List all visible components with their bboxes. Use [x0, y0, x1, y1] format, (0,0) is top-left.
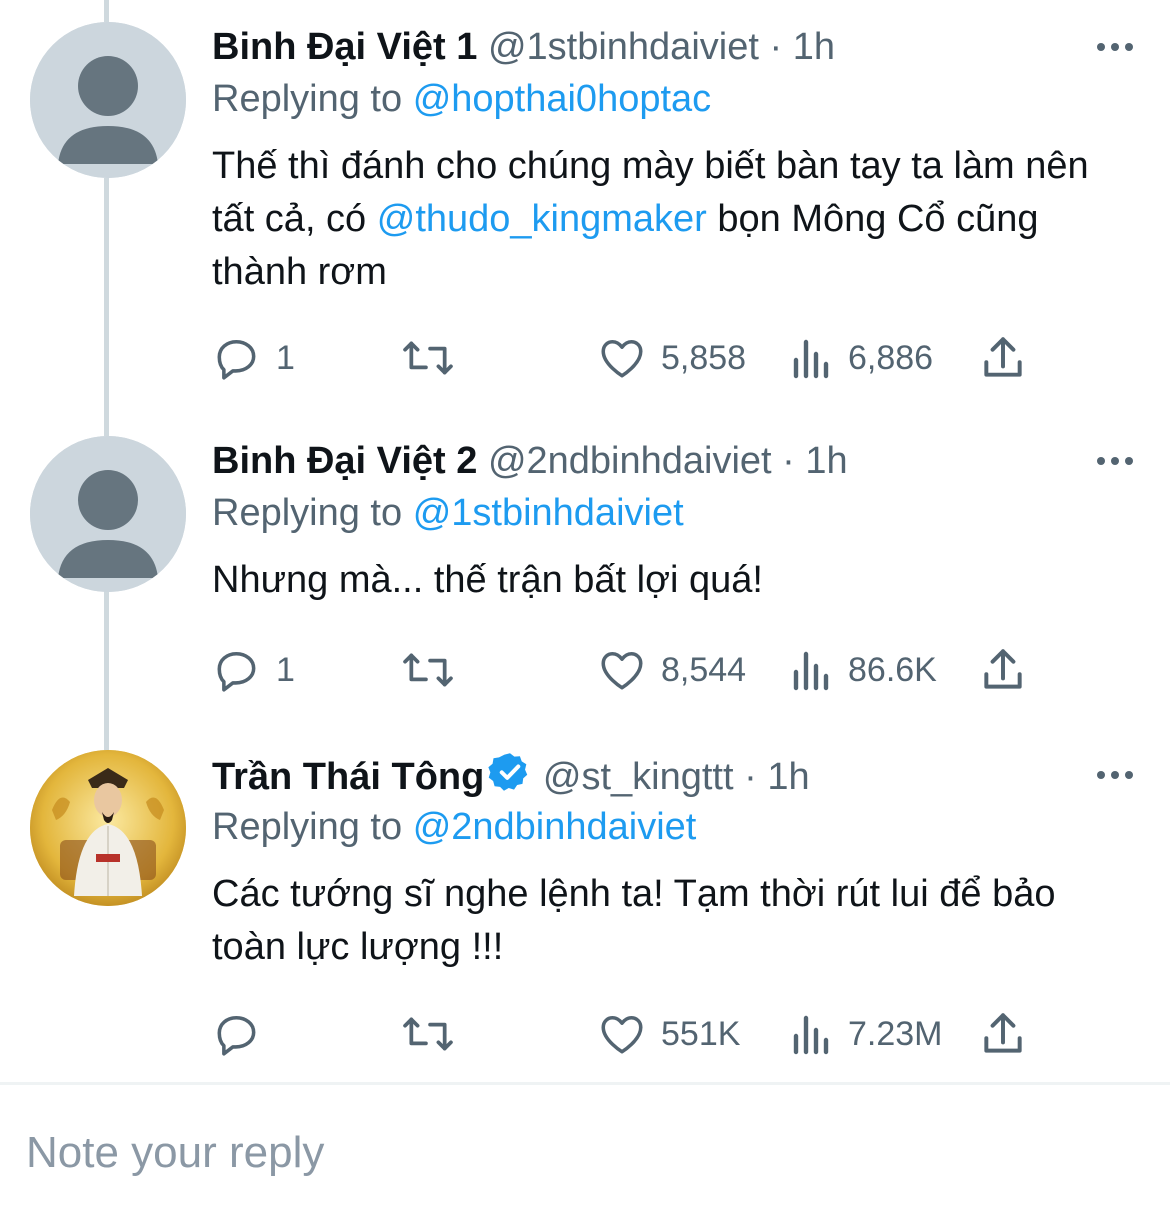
display-name[interactable]: Binh Đại Việt 1	[212, 26, 477, 68]
like-icon	[601, 1015, 643, 1054]
tweet-text-part: Các tướng sĩ nghe lệnh ta! Tạm thời rút …	[212, 873, 1056, 968]
view-count: 86.6K	[848, 650, 937, 689]
retweet-icon	[403, 1017, 453, 1051]
view-count: 7.23M	[848, 1014, 943, 1053]
share-button[interactable]	[980, 640, 1026, 700]
verified-badge-icon	[488, 753, 528, 791]
avatar[interactable]	[30, 750, 186, 906]
share-icon	[984, 649, 1022, 689]
views-icon	[793, 651, 829, 691]
reply-count: 1	[276, 650, 295, 689]
reply-icon	[217, 1015, 256, 1056]
reply-count: 1	[276, 338, 295, 377]
reply-button[interactable]	[212, 1004, 276, 1064]
more-icon[interactable]	[1090, 436, 1140, 486]
mention-link[interactable]: @2ndbinhdaiviet	[413, 806, 697, 848]
replying-label: Replying to	[212, 78, 403, 120]
views-button[interactable]: 7.23M	[790, 1004, 943, 1064]
tweet-text-part: Nhưng mà... thế trận bất lợi quá!	[212, 559, 763, 601]
retweet-button[interactable]	[400, 1004, 456, 1064]
timestamp[interactable]: 1h	[767, 756, 809, 798]
user-handle[interactable]: @st_kingttt	[543, 756, 734, 798]
like-count: 5,858	[661, 338, 747, 377]
tweet[interactable]: Binh Đại Việt 2 @2ndbinhdaiviet · 1h Rep…	[0, 436, 1170, 716]
avatar[interactable]	[30, 436, 186, 592]
share-button[interactable]	[980, 328, 1026, 388]
separator-dot: ·	[769, 26, 783, 68]
tweet-text: Thế thì đánh cho chúng mày biết bàn tay …	[212, 140, 1130, 299]
thread-line	[104, 0, 109, 22]
views-icon	[793, 1015, 829, 1055]
share-icon	[984, 337, 1022, 377]
reply-icon	[217, 651, 256, 692]
tweet-text: Các tướng sĩ nghe lệnh ta! Tạm thời rút …	[212, 868, 1130, 974]
like-icon	[601, 339, 643, 378]
replying-label: Replying to	[212, 806, 403, 848]
user-handle[interactable]: @2ndbinhdaiviet	[488, 440, 772, 482]
tweet-header: Trần Thái Tông @st_kingttt · 1h	[212, 750, 1140, 800]
like-button[interactable]: 551K	[597, 1004, 740, 1064]
emperor-portrait-icon	[30, 750, 186, 906]
display-name[interactable]: Trần Thái Tông	[212, 756, 484, 798]
view-count: 6,886	[848, 338, 934, 377]
views-button[interactable]: 86.6K	[790, 640, 937, 700]
display-name[interactable]: Binh Đại Việt 2	[212, 440, 477, 482]
replying-label: Replying to	[212, 492, 403, 534]
separator-dot: ·	[744, 756, 757, 798]
retweet-button[interactable]	[400, 328, 456, 388]
reply-input[interactable]: Note your reply	[26, 1128, 324, 1178]
default-avatar-icon	[30, 22, 186, 178]
tweet-header: Binh Đại Việt 2 @2ndbinhdaiviet · 1h	[212, 436, 1140, 486]
tweet[interactable]: Trần Thái Tông @st_kingttt · 1h Replying…	[0, 750, 1170, 1066]
reply-icon	[217, 339, 256, 380]
tweet[interactable]: Binh Đại Việt 1 @1stbinhdaiviet · 1h Rep…	[0, 22, 1170, 402]
more-icon[interactable]	[1090, 22, 1140, 72]
user-handle[interactable]: @1stbinhdaiviet	[488, 26, 759, 68]
replying-to: Replying to @2ndbinhdaiviet	[212, 802, 696, 852]
like-icon	[601, 651, 643, 690]
tweet-header: Binh Đại Việt 1 @1stbinhdaiviet · 1h	[212, 22, 1140, 72]
action-bar: 1 5,858 6,886	[212, 328, 1140, 388]
timestamp[interactable]: 1h	[805, 440, 847, 482]
reply-placeholder: Note your reply	[26, 1128, 325, 1177]
timestamp[interactable]: 1h	[793, 26, 835, 68]
tweet-text: Nhưng mà... thế trận bất lợi quá!	[212, 554, 1130, 607]
like-count: 8,544	[661, 650, 747, 689]
like-count: 551K	[661, 1014, 741, 1053]
like-button[interactable]: 8,544	[597, 640, 746, 700]
retweet-icon	[403, 341, 453, 375]
mention-link[interactable]: @thudo_kingmaker	[377, 198, 707, 240]
default-avatar-icon	[30, 436, 186, 592]
replying-to: Replying to @hopthai0hoptac	[212, 74, 711, 124]
like-button[interactable]: 5,858	[597, 328, 746, 388]
reply-button[interactable]: 1	[212, 640, 295, 700]
avatar[interactable]	[30, 22, 186, 178]
views-button[interactable]: 6,886	[790, 328, 933, 388]
reply-button[interactable]: 1	[212, 328, 295, 388]
retweet-icon	[403, 653, 453, 687]
share-icon	[984, 1013, 1022, 1053]
share-button[interactable]	[980, 1004, 1026, 1064]
divider	[0, 1082, 1170, 1085]
more-icon[interactable]	[1090, 750, 1140, 800]
action-bar: 1 8,544 86.6K	[212, 640, 1140, 700]
action-bar: 551K 7.23M	[212, 1004, 1140, 1064]
mention-link[interactable]: @hopthai0hoptac	[413, 78, 711, 120]
replying-to: Replying to @1stbinhdaiviet	[212, 488, 684, 538]
views-icon	[793, 339, 829, 379]
separator-dot: ·	[782, 440, 795, 482]
retweet-button[interactable]	[400, 640, 456, 700]
mention-link[interactable]: @1stbinhdaiviet	[413, 492, 684, 534]
